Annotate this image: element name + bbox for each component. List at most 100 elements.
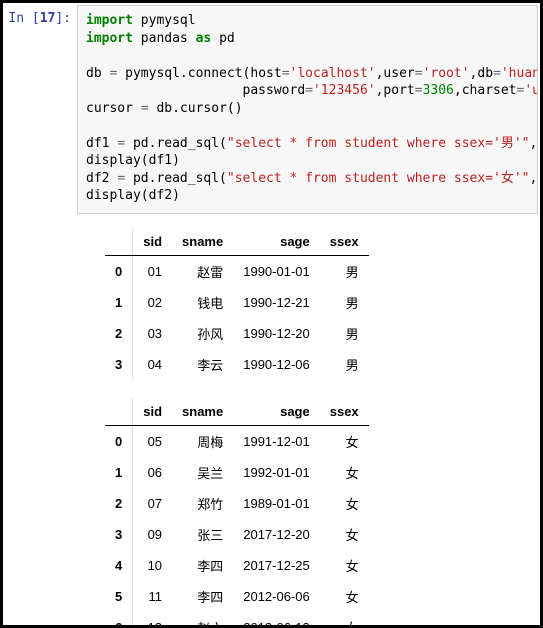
table-cell: 10: [133, 550, 172, 581]
code-str: '123456': [313, 83, 376, 98]
table-cell: 1990-01-01: [233, 256, 320, 288]
table-cell: 1990-12-20: [233, 318, 320, 349]
code-text: df2: [86, 171, 117, 186]
table-cell: 女: [320, 612, 369, 628]
column-header: sname: [172, 228, 233, 256]
kw-import: import: [86, 13, 133, 28]
table-cell: 赵雷: [172, 256, 233, 288]
row-index: 6: [105, 612, 133, 628]
table-cell: 李四: [172, 581, 233, 612]
table-row: 410李四2017-12-25女: [105, 550, 369, 581]
code-op: =: [282, 66, 290, 81]
row-index: 0: [105, 426, 133, 458]
code-text: pandas: [133, 31, 196, 46]
code-text: ,charset: [454, 83, 517, 98]
column-header: sid: [133, 398, 172, 426]
code-text: df1: [86, 136, 117, 151]
column-header: ssex: [320, 398, 369, 426]
code-content: import pymysql import pandas as pd db = …: [86, 12, 529, 205]
kw-as: as: [196, 31, 212, 46]
table-cell: 男: [320, 287, 369, 318]
column-header: sname: [172, 398, 233, 426]
table-cell: 1990-12-21: [233, 287, 320, 318]
code-str: 'utf8': [524, 83, 538, 98]
column-header: ssex: [320, 228, 369, 256]
table-cell: 1991-12-01: [233, 426, 320, 458]
code-text: cursor: [86, 101, 141, 116]
table-cell: 孙风: [172, 318, 233, 349]
index-header: [105, 228, 133, 256]
table-row: 001赵雷1990-01-01男: [105, 256, 369, 288]
table-cell: 周梅: [172, 426, 233, 458]
prompt-in-label: In: [8, 11, 24, 26]
table-cell: 男: [320, 256, 369, 288]
code-text: pd.read_sql(: [125, 136, 227, 151]
table-cell: 09: [133, 519, 172, 550]
code-text: ,port: [376, 83, 415, 98]
code-op: =: [117, 136, 125, 151]
table-cell: 2017-12-25: [233, 550, 320, 581]
code-num: 3306: [423, 83, 454, 98]
input-prompt: In [17]:: [5, 5, 77, 214]
code-str: "select * from student where ssex='男'": [227, 136, 530, 151]
code-text: ,user: [376, 66, 415, 81]
row-index: 2: [105, 488, 133, 519]
code-op: =: [493, 66, 501, 81]
table-header-row: sid sname sage ssex: [105, 228, 369, 256]
table-cell: 2013-06-13: [233, 612, 320, 628]
table-cell: 李云: [172, 349, 233, 380]
row-index: 5: [105, 581, 133, 612]
table-cell: 女: [320, 488, 369, 519]
table-header-row: sid sname sage ssex: [105, 398, 369, 426]
column-header: sage: [233, 228, 320, 256]
code-text: ,db): [529, 171, 538, 186]
notebook-cell-container: In [17]: import pymysql import pandas as…: [0, 0, 543, 628]
code-text: password: [86, 83, 305, 98]
table-cell: 女: [320, 519, 369, 550]
table-cell: 女: [320, 550, 369, 581]
table-row: 309张三2017-12-20女: [105, 519, 369, 550]
code-text: pymysql: [133, 13, 196, 28]
row-index: 2: [105, 318, 133, 349]
table-cell: 张三: [172, 519, 233, 550]
table-cell: 2017-12-20: [233, 519, 320, 550]
table-row: 612赵六2013-06-13女: [105, 612, 369, 628]
table-row: 203孙风1990-12-20男: [105, 318, 369, 349]
row-index: 4: [105, 550, 133, 581]
kw-import: import: [86, 31, 133, 46]
code-op: =: [141, 101, 149, 116]
row-index: 3: [105, 349, 133, 380]
code-text: display(df1): [86, 153, 180, 168]
table-cell: 男: [320, 349, 369, 380]
code-text: pymysql.connect(host: [117, 66, 281, 81]
code-text: display(df2): [86, 188, 180, 203]
code-editor[interactable]: import pymysql import pandas as pd db = …: [77, 5, 538, 214]
code-text: pd.read_sql(: [125, 171, 227, 186]
table-cell: 女: [320, 581, 369, 612]
code-text: ,db): [529, 136, 538, 151]
table-cell: 2012-06-06: [233, 581, 320, 612]
output-area: sid sname sage ssex 001赵雷1990-01-01男102钱…: [105, 228, 538, 628]
code-text: db: [86, 66, 109, 81]
column-header: sage: [233, 398, 320, 426]
table-cell: 12: [133, 612, 172, 628]
code-cell: In [17]: import pymysql import pandas as…: [5, 5, 538, 214]
table-cell: 03: [133, 318, 172, 349]
table-cell: 钱电: [172, 287, 233, 318]
table-row: 207郑竹1989-01-01女: [105, 488, 369, 519]
code-op: =: [415, 83, 423, 98]
table-cell: 05: [133, 426, 172, 458]
code-text: db.cursor(): [149, 101, 243, 116]
table-cell: 02: [133, 287, 172, 318]
prompt-bracket-close: ]:: [55, 11, 71, 26]
table-row: 304李云1990-12-06男: [105, 349, 369, 380]
table-cell: 女: [320, 426, 369, 458]
dataframe-table-2: sid sname sage ssex 005周梅1991-12-01女106吴…: [105, 398, 369, 628]
code-str: 'root': [423, 66, 470, 81]
table-cell: 07: [133, 488, 172, 519]
row-index: 3: [105, 519, 133, 550]
table-row: 005周梅1991-12-01女: [105, 426, 369, 458]
table-cell: 1992-01-01: [233, 457, 320, 488]
table-cell: 郑竹: [172, 488, 233, 519]
table-row: 106吴兰1992-01-01女: [105, 457, 369, 488]
